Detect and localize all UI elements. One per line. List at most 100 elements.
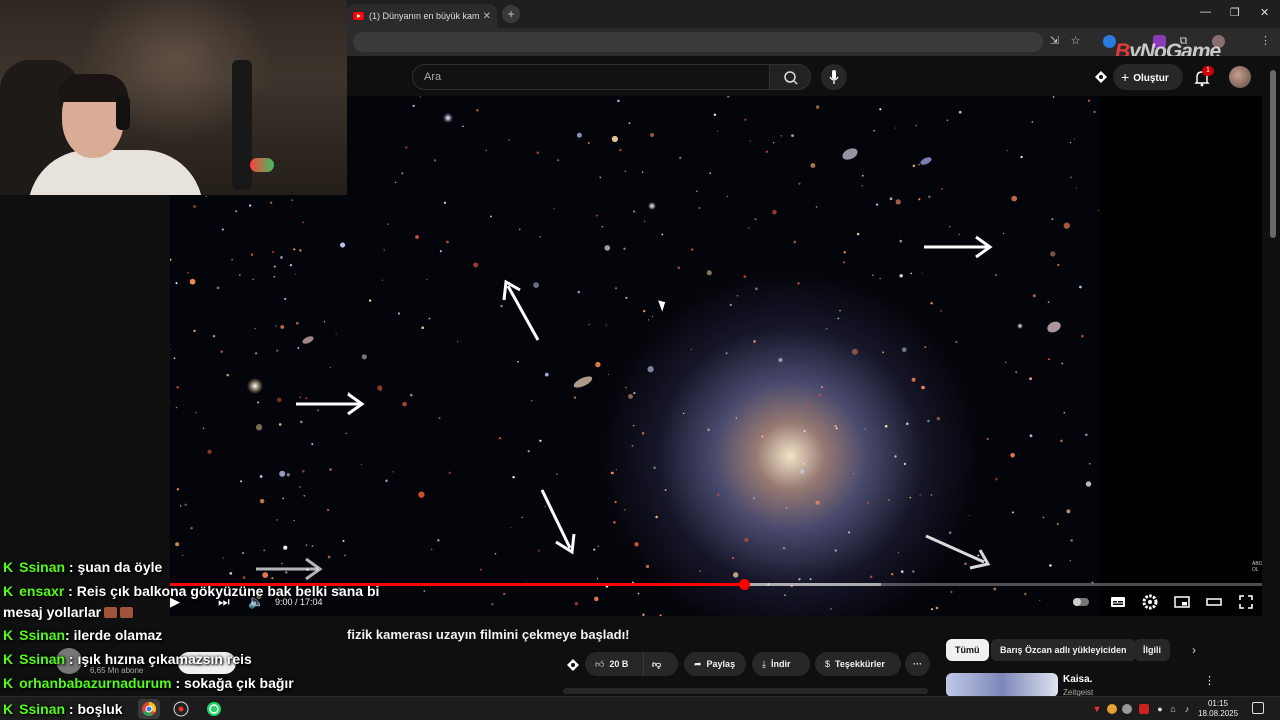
background-galaxy [573,376,593,388]
star [834,549,837,552]
star [912,164,916,168]
theater-mode-icon[interactable] [1205,593,1223,611]
star [755,287,758,291]
chevron-right-icon[interactable]: › [1192,643,1196,657]
arrow-annotation [924,235,993,259]
recorder-taskbar-icon[interactable] [172,700,190,718]
more-actions-button[interactable]: ··· [905,652,930,676]
star [743,275,747,278]
star [772,141,775,144]
new-tab-button[interactable]: + [502,5,520,23]
star [595,214,598,217]
star [401,172,404,175]
speaker-icon[interactable]: ♪ [1182,704,1192,714]
star [939,309,943,312]
star [744,537,749,542]
star [625,296,628,299]
tray-app-icon[interactable] [1139,704,1149,714]
browser-menu-icon[interactable]: ⋮ [1259,35,1272,48]
autoplay-toggle-icon[interactable] [1072,593,1090,611]
share-button[interactable]: ➦ Paylaş [684,652,746,676]
tray-app-icon[interactable] [1122,704,1132,714]
star [677,266,681,270]
fullscreen-icon[interactable] [1237,593,1255,611]
recommendation-title[interactable]: Kaisa. [1063,674,1092,685]
download-button[interactable]: ⤓ İndir [752,652,810,676]
ask-sparkle-icon[interactable] [1092,68,1110,86]
star [273,276,275,278]
miniplayer-icon[interactable] [1173,593,1191,611]
star [387,223,390,225]
star [368,299,372,302]
browser-tab[interactable]: (1) Dünyanın en büyük kamera ✕ [347,4,497,28]
mic-muted-icon[interactable]: ▼ [1092,704,1102,714]
star [784,594,786,596]
star [170,348,171,350]
chrome-icon [142,702,157,716]
star [894,127,896,129]
star [327,508,330,511]
star [888,499,891,502]
restore-button[interactable]: ❐ [1230,6,1240,19]
notification-center-icon[interactable] [1252,702,1264,714]
address-field[interactable] [353,32,1043,52]
star [242,576,246,579]
more-vert-icon[interactable]: ⋮ [1204,674,1215,687]
star [744,118,747,121]
star [439,250,442,253]
bookmark-star-icon[interactable]: ☆ [1069,35,1082,48]
star [765,150,769,153]
screen: (1) Dünyanın en büyük kamera ✕ + — ❐ ✕ ⇲… [0,0,1280,720]
star [690,348,692,351]
star [297,347,300,349]
star [843,251,846,254]
chrome-taskbar-icon[interactable] [138,699,160,719]
star [941,187,944,190]
star [968,514,971,517]
account-avatar[interactable] [1229,66,1251,88]
close-window-button[interactable]: ✕ [1260,6,1269,19]
star [707,428,710,432]
star [611,471,614,475]
microphone-tray-icon[interactable]: ● [1155,704,1165,714]
install-app-icon[interactable]: ⇲ [1048,35,1061,48]
arrow-annotation [925,534,991,570]
star [909,496,912,499]
page-scrollbar[interactable] [1270,70,1276,238]
star [664,488,667,492]
chip-from-uploader[interactable]: Barış Özcan adlı yükleyiciden [991,639,1136,661]
subtitles-icon[interactable] [1109,593,1127,611]
network-icon[interactable]: ⌂ [1168,704,1178,714]
whatsapp-taskbar-icon[interactable] [205,700,223,718]
star [800,469,805,474]
search-input[interactable]: Ara [412,64,770,90]
star [259,475,263,478]
system-clock[interactable]: 01:15 18.08.2025 [1198,699,1238,719]
star [889,197,893,201]
star [617,99,620,103]
star [1010,452,1015,458]
star [202,427,205,430]
search-button[interactable] [769,64,811,90]
star [284,297,287,301]
description-box[interactable] [563,688,928,694]
star [753,340,756,343]
thanks-button[interactable]: $ Teşekkürler [815,652,901,676]
recommendation-thumbnail[interactable] [946,673,1058,697]
chip-all[interactable]: Tümü [946,639,989,661]
dislike-button[interactable]: 👎︎ [643,652,678,676]
tab-close-icon[interactable]: ✕ [483,11,491,22]
star [637,592,640,595]
star [633,424,635,427]
chip-related[interactable]: İlgili [1134,639,1170,661]
create-button[interactable]: + Oluştur [1113,64,1183,90]
settings-gear-icon[interactable] [1141,593,1159,611]
tray-app-icon[interactable] [1107,704,1117,714]
voice-search-button[interactable] [821,64,847,90]
star [254,327,256,330]
obs-icon [173,701,189,717]
star [392,470,395,473]
star [473,262,479,268]
ask-sparkle-icon[interactable] [565,657,581,673]
minimize-button[interactable]: — [1200,6,1211,18]
